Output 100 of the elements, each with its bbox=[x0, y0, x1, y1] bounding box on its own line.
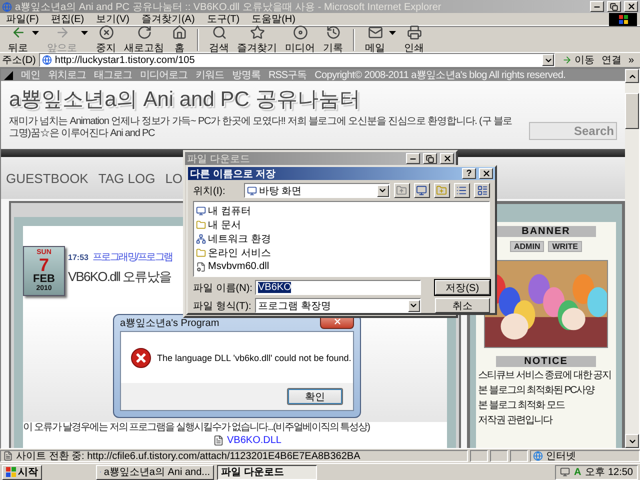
file-list-item[interactable]: 내 문서 bbox=[196, 218, 487, 231]
toolbar-button[interactable]: 메일 bbox=[361, 24, 389, 54]
caret-icon[interactable] bbox=[389, 31, 396, 35]
toolbar-button[interactable]: 검색 bbox=[205, 24, 233, 54]
file-icon bbox=[196, 262, 206, 272]
error-message: The language DLL 'vb6ko.dll' could not be found. bbox=[157, 352, 352, 362]
details-icon bbox=[476, 185, 488, 196]
window-title: a뿅잎소년a의 Ani and PC 공유나눔터 :: VB6KO.dll 오류났을때 사용 - Microsoft Internet Explorer bbox=[15, 0, 442, 14]
url-text: http://luckystar1.tistory.com/105 bbox=[54, 54, 196, 66]
zone-text: 인터넷 bbox=[546, 450, 576, 463]
filename-label: 파일 이름(N): bbox=[193, 282, 251, 294]
post-text: 이 오류가 날경우에는 저의 프로그램을 실행시킬수가 없습니다...(비주얼베이직의 특성상) bbox=[23, 422, 371, 434]
notice-link[interactable]: 스티큐브 서비스 종료에 대한 공지 bbox=[478, 370, 614, 382]
up-folder-button[interactable] bbox=[394, 183, 410, 198]
menu-link[interactable]: GUESTBOOK bbox=[6, 170, 88, 186]
network-icon bbox=[560, 467, 570, 477]
taskbar-button[interactable]: a뿅잎소년a의 Ani and... bbox=[96, 464, 214, 480]
toolbar-button[interactable]: 즐겨찾기 bbox=[233, 24, 281, 54]
status-text: 사이트 전환 중: http://cfile6.uf.tistory.com/attach/1123201E4B6E7EA8B362BA bbox=[16, 450, 360, 463]
folder-icon bbox=[196, 220, 206, 230]
star-icon bbox=[250, 24, 264, 40]
refresh-icon bbox=[136, 24, 152, 40]
more-button[interactable]: » bbox=[624, 54, 638, 66]
menu-item[interactable]: 도움말(H) bbox=[252, 12, 296, 26]
file-icon bbox=[213, 435, 224, 446]
address-field[interactable]: http://luckystar1.tistory.com/105 bbox=[38, 53, 556, 67]
dropdown-button[interactable] bbox=[408, 300, 420, 312]
folder-up-icon bbox=[396, 185, 408, 196]
network-icon bbox=[196, 234, 206, 244]
close-icon bbox=[442, 154, 452, 163]
scroll-down-button[interactable] bbox=[625, 434, 639, 448]
notice-link[interactable]: 저작권 관련입니다 bbox=[478, 415, 614, 427]
minimize-button[interactable] bbox=[406, 153, 420, 164]
toolbar-button[interactable]: 미디어 bbox=[281, 24, 319, 54]
list-icon bbox=[456, 185, 468, 196]
go-button[interactable]: 이동 bbox=[558, 53, 598, 67]
file-list-item[interactable]: Msvbvm60.dll bbox=[196, 260, 487, 273]
filetype-dropdown[interactable]: 프로그램 확장명 bbox=[255, 298, 421, 313]
new-folder-button[interactable] bbox=[434, 183, 450, 198]
category-link[interactable]: 프로그래밍/프로그램 bbox=[92, 250, 172, 264]
desktop-button[interactable] bbox=[414, 183, 430, 198]
history-icon bbox=[326, 24, 340, 40]
flag-icon bbox=[6, 467, 16, 477]
window-title: 파일 다운로드 bbox=[187, 152, 251, 166]
folder-icon bbox=[196, 248, 206, 258]
section-heading: BANNER bbox=[496, 226, 596, 237]
toolbar-button[interactable]: 인쇄 bbox=[400, 24, 428, 54]
details-view-button[interactable] bbox=[474, 183, 490, 198]
post-time: 17:53 bbox=[68, 253, 88, 262]
caret-icon[interactable] bbox=[32, 31, 39, 35]
copyright-text: Copyright© 2008-2011 a뿅잎소년a's blog All rights reserved. bbox=[314, 69, 566, 82]
menu-item[interactable]: 도구(T) bbox=[206, 12, 240, 26]
day-number: 7 bbox=[38, 256, 49, 274]
notice-link[interactable]: 본 블로그의 최적화된 PC사양 bbox=[478, 385, 614, 397]
close-icon bbox=[626, 2, 636, 11]
globe-icon bbox=[533, 451, 543, 461]
save-button[interactable]: 저장(S) bbox=[434, 280, 490, 295]
location-dropdown[interactable]: 바탕 화면 bbox=[244, 183, 390, 198]
cancel-button[interactable]: 취소 bbox=[434, 298, 490, 313]
close-icon bbox=[482, 169, 490, 178]
mail-icon bbox=[368, 24, 382, 40]
notice-link[interactable]: 본 블로그 최적화 모드 bbox=[478, 400, 614, 412]
file-list-item[interactable]: 내 컴퓨터 bbox=[196, 204, 487, 217]
attachment-link[interactable]: VB6KO.DLL bbox=[227, 435, 282, 446]
menu-item[interactable]: 편집(E) bbox=[50, 12, 84, 26]
ok-button[interactable]: 확인 bbox=[287, 388, 343, 405]
month-text: FEB bbox=[33, 274, 55, 285]
menu-link[interactable]: TAG LOG bbox=[98, 170, 156, 186]
admin-button[interactable]: WRITE bbox=[548, 241, 582, 252]
toolbar-button[interactable]: 뒤로 bbox=[4, 24, 32, 54]
triangle-icon bbox=[4, 70, 13, 80]
arrow-right-icon bbox=[54, 24, 70, 40]
restore-icon bbox=[610, 2, 618, 10]
admin-button[interactable]: ADMIN bbox=[510, 241, 544, 252]
minimize-button[interactable] bbox=[590, 1, 604, 12]
dropdown-button[interactable] bbox=[376, 184, 389, 196]
help-button[interactable]: ? bbox=[462, 168, 476, 179]
menu-item[interactable]: 즐겨찾기(A) bbox=[141, 12, 195, 26]
start-button[interactable]: 시작 bbox=[2, 464, 42, 480]
restore-button[interactable] bbox=[423, 153, 437, 164]
toolbar-button[interactable]: 홈 bbox=[168, 24, 191, 54]
toolbar-button[interactable]: 새로고침 bbox=[120, 24, 168, 54]
restore-button[interactable] bbox=[607, 1, 621, 12]
menu-link[interactable]: LO bbox=[165, 170, 183, 186]
dialog-title: 다른 이름으로 저장 bbox=[190, 168, 277, 180]
file-list-item[interactable]: 네트워크 환경 bbox=[196, 232, 487, 245]
filename-field[interactable]: VB6KO bbox=[255, 280, 421, 295]
toolbar-button[interactable]: 중지 bbox=[92, 24, 120, 54]
disc-icon bbox=[292, 24, 308, 40]
scroll-up-button[interactable] bbox=[625, 69, 639, 83]
dropdown-button[interactable] bbox=[542, 54, 554, 66]
toolbar-button[interactable]: 기록 bbox=[319, 24, 347, 54]
taskbar-button[interactable]: 파일 다운로드 bbox=[217, 464, 317, 480]
computer-icon bbox=[196, 206, 206, 216]
menu-item[interactable]: 보기(V) bbox=[96, 12, 130, 26]
list-view-button[interactable] bbox=[454, 183, 470, 198]
file-list-item[interactable]: 온라인 서비스 bbox=[196, 246, 487, 259]
search-field[interactable]: Search bbox=[529, 122, 617, 140]
scroll-thumb[interactable] bbox=[625, 93, 639, 129]
menu-item[interactable]: 파일(F) bbox=[6, 12, 39, 26]
